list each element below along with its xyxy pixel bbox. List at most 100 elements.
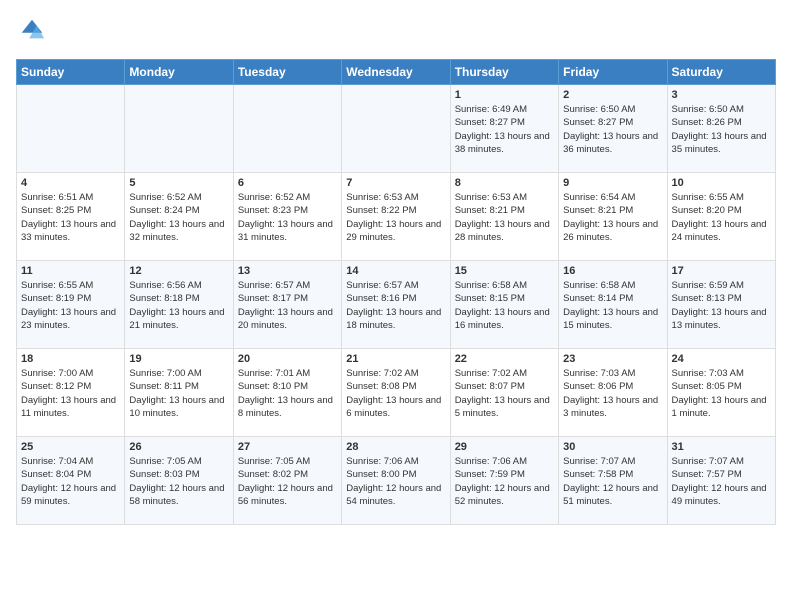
day-detail: Sunrise: 7:02 AMSunset: 8:07 PMDaylight:…	[455, 367, 554, 420]
day-number: 5	[129, 177, 228, 189]
day-number: 21	[346, 353, 445, 365]
header-day-thursday: Thursday	[450, 60, 558, 85]
day-cell	[342, 85, 450, 173]
day-detail: Sunrise: 6:58 AMSunset: 8:15 PMDaylight:…	[455, 279, 554, 332]
day-cell: 24 Sunrise: 7:03 AMSunset: 8:05 PMDaylig…	[667, 349, 775, 437]
day-number: 9	[563, 177, 662, 189]
page-header	[16, 16, 776, 49]
calendar-header: SundayMondayTuesdayWednesdayThursdayFrid…	[17, 60, 776, 85]
day-cell: 14 Sunrise: 6:57 AMSunset: 8:16 PMDaylig…	[342, 261, 450, 349]
day-number: 13	[238, 265, 337, 277]
day-cell: 6 Sunrise: 6:52 AMSunset: 8:23 PMDayligh…	[233, 173, 341, 261]
day-number: 3	[672, 89, 771, 101]
week-row-2: 4 Sunrise: 6:51 AMSunset: 8:25 PMDayligh…	[17, 173, 776, 261]
day-detail: Sunrise: 6:59 AMSunset: 8:13 PMDaylight:…	[672, 279, 771, 332]
calendar-table: SundayMondayTuesdayWednesdayThursdayFrid…	[16, 59, 776, 525]
week-row-1: 1 Sunrise: 6:49 AMSunset: 8:27 PMDayligh…	[17, 85, 776, 173]
day-cell: 1 Sunrise: 6:49 AMSunset: 8:27 PMDayligh…	[450, 85, 558, 173]
day-number: 7	[346, 177, 445, 189]
day-number: 8	[455, 177, 554, 189]
day-cell: 4 Sunrise: 6:51 AMSunset: 8:25 PMDayligh…	[17, 173, 125, 261]
header-day-tuesday: Tuesday	[233, 60, 341, 85]
day-cell: 18 Sunrise: 7:00 AMSunset: 8:12 PMDaylig…	[17, 349, 125, 437]
day-number: 20	[238, 353, 337, 365]
day-detail: Sunrise: 6:52 AMSunset: 8:24 PMDaylight:…	[129, 191, 228, 244]
day-number: 11	[21, 265, 120, 277]
day-number: 27	[238, 441, 337, 453]
header-day-friday: Friday	[559, 60, 667, 85]
day-detail: Sunrise: 7:00 AMSunset: 8:11 PMDaylight:…	[129, 367, 228, 420]
day-detail: Sunrise: 6:50 AMSunset: 8:27 PMDaylight:…	[563, 103, 662, 156]
day-number: 23	[563, 353, 662, 365]
day-cell: 26 Sunrise: 7:05 AMSunset: 8:03 PMDaylig…	[125, 437, 233, 525]
day-number: 15	[455, 265, 554, 277]
day-cell: 10 Sunrise: 6:55 AMSunset: 8:20 PMDaylig…	[667, 173, 775, 261]
day-number: 6	[238, 177, 337, 189]
week-row-5: 25 Sunrise: 7:04 AMSunset: 8:04 PMDaylig…	[17, 437, 776, 525]
day-number: 29	[455, 441, 554, 453]
day-number: 10	[672, 177, 771, 189]
day-detail: Sunrise: 6:57 AMSunset: 8:17 PMDaylight:…	[238, 279, 337, 332]
week-row-3: 11 Sunrise: 6:55 AMSunset: 8:19 PMDaylig…	[17, 261, 776, 349]
day-detail: Sunrise: 7:03 AMSunset: 8:05 PMDaylight:…	[672, 367, 771, 420]
day-detail: Sunrise: 6:49 AMSunset: 8:27 PMDaylight:…	[455, 103, 554, 156]
day-cell: 7 Sunrise: 6:53 AMSunset: 8:22 PMDayligh…	[342, 173, 450, 261]
day-detail: Sunrise: 7:02 AMSunset: 8:08 PMDaylight:…	[346, 367, 445, 420]
day-number: 4	[21, 177, 120, 189]
header-row: SundayMondayTuesdayWednesdayThursdayFrid…	[17, 60, 776, 85]
day-cell: 20 Sunrise: 7:01 AMSunset: 8:10 PMDaylig…	[233, 349, 341, 437]
day-number: 18	[21, 353, 120, 365]
day-cell: 13 Sunrise: 6:57 AMSunset: 8:17 PMDaylig…	[233, 261, 341, 349]
day-cell: 9 Sunrise: 6:54 AMSunset: 8:21 PMDayligh…	[559, 173, 667, 261]
day-cell: 27 Sunrise: 7:05 AMSunset: 8:02 PMDaylig…	[233, 437, 341, 525]
header-day-wednesday: Wednesday	[342, 60, 450, 85]
logo-icon	[18, 16, 46, 44]
day-cell: 28 Sunrise: 7:06 AMSunset: 8:00 PMDaylig…	[342, 437, 450, 525]
day-detail: Sunrise: 6:52 AMSunset: 8:23 PMDaylight:…	[238, 191, 337, 244]
day-cell	[17, 85, 125, 173]
day-detail: Sunrise: 7:01 AMSunset: 8:10 PMDaylight:…	[238, 367, 337, 420]
day-number: 24	[672, 353, 771, 365]
day-detail: Sunrise: 6:53 AMSunset: 8:22 PMDaylight:…	[346, 191, 445, 244]
day-detail: Sunrise: 7:00 AMSunset: 8:12 PMDaylight:…	[21, 367, 120, 420]
day-detail: Sunrise: 7:07 AMSunset: 7:57 PMDaylight:…	[672, 455, 771, 508]
day-cell: 3 Sunrise: 6:50 AMSunset: 8:26 PMDayligh…	[667, 85, 775, 173]
day-number: 12	[129, 265, 228, 277]
day-cell: 25 Sunrise: 7:04 AMSunset: 8:04 PMDaylig…	[17, 437, 125, 525]
day-cell: 31 Sunrise: 7:07 AMSunset: 7:57 PMDaylig…	[667, 437, 775, 525]
day-cell: 8 Sunrise: 6:53 AMSunset: 8:21 PMDayligh…	[450, 173, 558, 261]
day-cell: 23 Sunrise: 7:03 AMSunset: 8:06 PMDaylig…	[559, 349, 667, 437]
day-detail: Sunrise: 6:54 AMSunset: 8:21 PMDaylight:…	[563, 191, 662, 244]
day-detail: Sunrise: 6:50 AMSunset: 8:26 PMDaylight:…	[672, 103, 771, 156]
day-number: 14	[346, 265, 445, 277]
day-detail: Sunrise: 6:51 AMSunset: 8:25 PMDaylight:…	[21, 191, 120, 244]
day-cell: 11 Sunrise: 6:55 AMSunset: 8:19 PMDaylig…	[17, 261, 125, 349]
header-day-saturday: Saturday	[667, 60, 775, 85]
logo	[16, 16, 46, 49]
day-cell: 29 Sunrise: 7:06 AMSunset: 7:59 PMDaylig…	[450, 437, 558, 525]
day-detail: Sunrise: 7:06 AMSunset: 7:59 PMDaylight:…	[455, 455, 554, 508]
day-detail: Sunrise: 7:05 AMSunset: 8:03 PMDaylight:…	[129, 455, 228, 508]
calendar-body: 1 Sunrise: 6:49 AMSunset: 8:27 PMDayligh…	[17, 85, 776, 525]
header-day-monday: Monday	[125, 60, 233, 85]
day-cell: 30 Sunrise: 7:07 AMSunset: 7:58 PMDaylig…	[559, 437, 667, 525]
day-cell	[125, 85, 233, 173]
day-detail: Sunrise: 6:53 AMSunset: 8:21 PMDaylight:…	[455, 191, 554, 244]
day-number: 1	[455, 89, 554, 101]
week-row-4: 18 Sunrise: 7:00 AMSunset: 8:12 PMDaylig…	[17, 349, 776, 437]
header-day-sunday: Sunday	[17, 60, 125, 85]
day-cell: 17 Sunrise: 6:59 AMSunset: 8:13 PMDaylig…	[667, 261, 775, 349]
day-cell: 16 Sunrise: 6:58 AMSunset: 8:14 PMDaylig…	[559, 261, 667, 349]
day-number: 16	[563, 265, 662, 277]
day-detail: Sunrise: 6:55 AMSunset: 8:20 PMDaylight:…	[672, 191, 771, 244]
day-detail: Sunrise: 7:05 AMSunset: 8:02 PMDaylight:…	[238, 455, 337, 508]
day-number: 17	[672, 265, 771, 277]
day-cell: 2 Sunrise: 6:50 AMSunset: 8:27 PMDayligh…	[559, 85, 667, 173]
day-detail: Sunrise: 7:04 AMSunset: 8:04 PMDaylight:…	[21, 455, 120, 508]
day-detail: Sunrise: 6:55 AMSunset: 8:19 PMDaylight:…	[21, 279, 120, 332]
day-number: 25	[21, 441, 120, 453]
day-cell: 19 Sunrise: 7:00 AMSunset: 8:11 PMDaylig…	[125, 349, 233, 437]
day-cell: 21 Sunrise: 7:02 AMSunset: 8:08 PMDaylig…	[342, 349, 450, 437]
day-number: 30	[563, 441, 662, 453]
day-number: 26	[129, 441, 228, 453]
